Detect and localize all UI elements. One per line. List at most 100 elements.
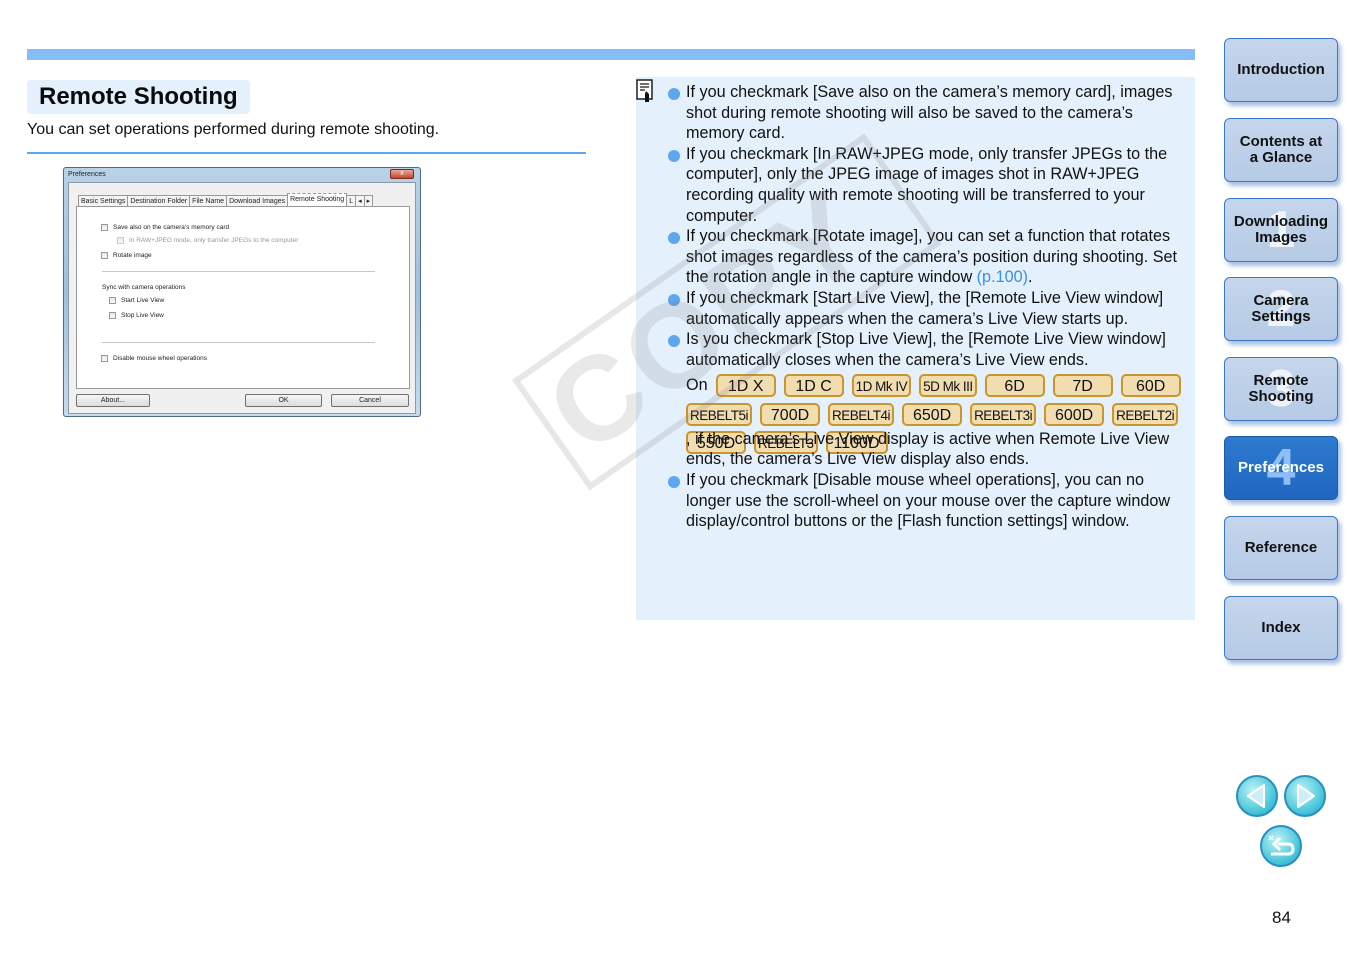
dialog-separator bbox=[102, 271, 375, 272]
previous-page-button[interactable] bbox=[1236, 775, 1278, 817]
nav-label: Remote Shooting bbox=[1248, 372, 1314, 405]
nav-label: Downloading Images bbox=[1233, 213, 1329, 246]
bullet-icon bbox=[668, 149, 680, 162]
model-chip: 5D Mk III bbox=[919, 374, 977, 398]
notes-panel: If you checkmark [Save also on the camer… bbox=[636, 77, 1195, 620]
page-number: 84 bbox=[1272, 908, 1291, 927]
preferences-dialog: Preferences x Basic Settings Destination… bbox=[63, 167, 421, 417]
bullet-icon bbox=[668, 293, 680, 306]
header-accent-bar bbox=[27, 49, 1195, 60]
model-chip: 1D X bbox=[715, 374, 776, 398]
dialog-tabs: Basic Settings Destination Folder File N… bbox=[78, 193, 374, 207]
disable-mouse-wheel-label: Disable mouse wheel operations bbox=[113, 355, 207, 362]
dialog-body: Basic Settings Destination Folder File N… bbox=[68, 182, 416, 414]
note-item: If you checkmark [In RAW+JPEG mode, only… bbox=[668, 144, 1193, 226]
dialog-title: Preferences bbox=[68, 171, 106, 178]
raw-jpeg-only-option[interactable]: In RAW+JPEG mode, only transfer JPEGs to… bbox=[117, 237, 298, 244]
nav-index[interactable]: Index bbox=[1224, 596, 1338, 660]
tab-remote-shooting[interactable]: Remote Shooting bbox=[287, 193, 348, 207]
nav-label: Camera Settings bbox=[1251, 292, 1311, 325]
nav-label: Preferences bbox=[1238, 459, 1324, 476]
nav-camera-settings[interactable]: 2 Camera Settings bbox=[1224, 277, 1338, 341]
disable-mouse-wheel-checkbox[interactable] bbox=[101, 355, 108, 362]
note-text: Is you checkmark [Stop Live View], the [… bbox=[686, 330, 1166, 369]
notes-list: If you checkmark [Save also on the camer… bbox=[668, 82, 1193, 532]
dialog-separator bbox=[102, 342, 375, 343]
model-chip: REBELT4i bbox=[828, 402, 895, 426]
model-chip: 650D bbox=[902, 402, 963, 426]
model-chip: 60D bbox=[1120, 374, 1181, 398]
nav-contents-at-a-glance[interactable]: Contents at a Glance bbox=[1224, 118, 1338, 182]
nav-remote-shooting[interactable]: 3 Remote Shooting bbox=[1224, 357, 1338, 421]
note-text: . bbox=[1027, 268, 1033, 287]
nav-introduction[interactable]: Introduction bbox=[1224, 38, 1338, 102]
start-live-view-checkbox[interactable] bbox=[109, 297, 116, 304]
nav-label: Contents at a Glance bbox=[1239, 133, 1323, 166]
on-label: On bbox=[686, 376, 708, 395]
stop-live-view-option[interactable]: Stop Live View bbox=[109, 312, 164, 319]
triangle-right-icon bbox=[1297, 784, 1315, 808]
model-chip: 7D bbox=[1052, 374, 1113, 398]
start-live-view-label: Start Live View bbox=[121, 297, 165, 304]
dialog-close-button[interactable]: x bbox=[390, 169, 414, 179]
stop-live-view-checkbox[interactable] bbox=[109, 312, 116, 319]
note-text: If you checkmark [In RAW+JPEG mode, only… bbox=[686, 144, 1168, 225]
next-page-button[interactable] bbox=[1284, 775, 1326, 817]
triangle-left-icon bbox=[1247, 784, 1265, 808]
note-text: If you checkmark [Save also on the camer… bbox=[686, 83, 1173, 143]
title-box: Remote Shooting bbox=[27, 80, 250, 114]
save-on-card-checkbox[interactable] bbox=[101, 224, 108, 231]
nav-preferences[interactable]: 4 Preferences bbox=[1224, 436, 1338, 500]
note-item: If you checkmark [Rotate image], you can… bbox=[668, 226, 1193, 288]
bullet-icon bbox=[668, 335, 680, 348]
return-button[interactable] bbox=[1260, 825, 1302, 867]
raw-jpeg-only-label: In RAW+JPEG mode, only transfer JPEGs to… bbox=[129, 237, 299, 244]
cancel-button[interactable]: Cancel bbox=[331, 394, 409, 407]
rotate-image-option[interactable]: Rotate image bbox=[101, 252, 152, 259]
note-text: If you checkmark [Rotate image], you can… bbox=[686, 227, 1177, 287]
note-text: , if the camera’s Live View display is a… bbox=[686, 429, 1170, 469]
model-chip: REBELT5i bbox=[686, 402, 753, 426]
model-chip: 600D bbox=[1044, 402, 1105, 426]
about-button[interactable]: About... bbox=[76, 394, 150, 407]
stop-live-view-label: Stop Live View bbox=[121, 312, 164, 319]
save-on-card-label: Save also on the camera's memory card bbox=[113, 224, 230, 231]
ok-button[interactable]: OK bbox=[245, 394, 322, 407]
save-on-card-option[interactable]: Save also on the camera's memory card bbox=[101, 224, 229, 231]
page-title: Remote Shooting bbox=[39, 83, 238, 110]
remote-shooting-pane: Save also on the camera's memory card In… bbox=[76, 206, 410, 389]
bullet-icon bbox=[668, 232, 680, 245]
note-text: If you checkmark [Start Live View], the … bbox=[686, 288, 1164, 328]
return-arrow-icon bbox=[1268, 835, 1295, 856]
model-chip: REBELT2i bbox=[1112, 402, 1179, 426]
model-chip: 1D C bbox=[783, 374, 844, 398]
model-chip: REBELT3i bbox=[970, 402, 1037, 426]
section-divider bbox=[27, 152, 586, 154]
nav-reference[interactable]: Reference bbox=[1224, 516, 1338, 580]
start-live-view-option[interactable]: Start Live View bbox=[109, 297, 164, 304]
models-row: On 1D X 1D C 1D Mk IV 5D Mk III 6D 7D 60… bbox=[686, 371, 1189, 400]
memo-icon bbox=[636, 79, 653, 102]
model-chip: 700D bbox=[760, 402, 821, 426]
rotate-image-checkbox[interactable] bbox=[101, 252, 108, 259]
intro-text: You can set operations performed during … bbox=[27, 121, 440, 138]
sync-heading: Sync with camera operations bbox=[102, 284, 186, 291]
model-chip: 1D Mk IV bbox=[851, 374, 912, 398]
note-item: If you checkmark [Disable mouse wheel op… bbox=[668, 470, 1193, 532]
bullet-icon bbox=[668, 476, 680, 488]
note-text: If you checkmark [Disable mouse wheel op… bbox=[686, 471, 1171, 531]
nav-label: Reference bbox=[1244, 539, 1318, 556]
raw-jpeg-only-checkbox[interactable] bbox=[117, 237, 124, 244]
bullet-icon bbox=[668, 88, 680, 100]
nav-label: Index bbox=[1261, 619, 1301, 636]
note-item: If you checkmark [Start Live View], the … bbox=[668, 288, 1193, 329]
rotate-image-label: Rotate image bbox=[113, 252, 152, 259]
models-row: REBELT5i 700D REBELT4i 650D REBELT3i 600… bbox=[686, 400, 1186, 429]
page-link[interactable]: (p.100) bbox=[977, 268, 1028, 286]
nav-label: Introduction bbox=[1237, 61, 1325, 78]
note-item: Is you checkmark [Stop Live View], the [… bbox=[668, 329, 1193, 470]
model-chip: 6D bbox=[984, 374, 1045, 398]
nav-downloading-images[interactable]: 1 Downloading Images bbox=[1224, 198, 1338, 262]
note-item: If you checkmark [Save also on the camer… bbox=[668, 82, 1193, 144]
disable-mouse-wheel-option[interactable]: Disable mouse wheel operations bbox=[101, 355, 207, 362]
